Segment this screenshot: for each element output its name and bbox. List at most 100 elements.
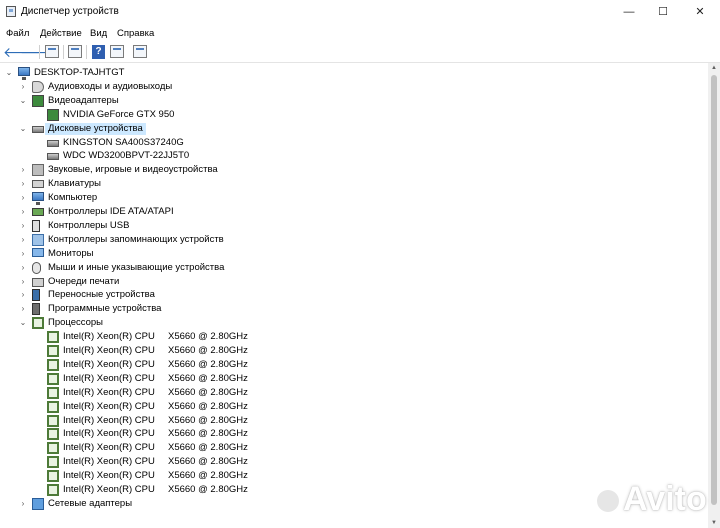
- tree-item-label: NVIDIA GeForce GTX 950: [63, 108, 175, 120]
- scroll-down-icon[interactable]: ▼: [708, 518, 720, 528]
- processor-item[interactable]: Intel(R) Xeon(R) CPU X5660 @ 2.80GHz: [0, 483, 700, 497]
- properties-icon[interactable]: [45, 45, 59, 58]
- processor-model: X5660 @ 2.80GHz: [168, 358, 248, 370]
- tree-item-label: Intel(R) Xeon(R) CPU: [63, 400, 155, 412]
- software-device-icon: [32, 303, 40, 316]
- expand-chevron-icon[interactable]: ›: [18, 289, 28, 301]
- processor-icon: [47, 331, 59, 344]
- maximize-button[interactable]: ☐: [646, 0, 680, 24]
- tree-item-label: Intel(R) Xeon(R) CPU: [63, 414, 155, 426]
- mouse-icon: [32, 261, 41, 274]
- category-item[interactable]: ⌄ Дисковые устройства: [0, 122, 700, 136]
- processor-icon: [47, 372, 59, 385]
- tree-item-label: Компьютер: [48, 192, 98, 204]
- collapse-chevron-icon[interactable]: ⌄: [4, 67, 14, 79]
- processor-item[interactable]: Intel(R) Xeon(R) CPU X5660 @ 2.80GHz: [0, 455, 700, 469]
- update-driver-icon[interactable]: [68, 45, 82, 58]
- menu-view[interactable]: Вид: [90, 28, 107, 39]
- device-item[interactable]: KINGSTON SA400S37240G: [0, 136, 700, 150]
- tree-item-label: Intel(R) Xeon(R) CPU: [63, 428, 155, 440]
- processor-icon: [47, 414, 59, 427]
- category-item[interactable]: › Программные устройства: [0, 302, 700, 316]
- avito-watermark: Avito: [597, 480, 707, 519]
- expand-chevron-icon[interactable]: ›: [18, 248, 28, 260]
- category-item[interactable]: › Контроллеры USB: [0, 219, 700, 233]
- storage-controller-icon: [32, 233, 44, 246]
- device-item[interactable]: WDC WD3200BPVT-22JJ5T0: [0, 149, 700, 163]
- processor-icon: [47, 484, 59, 496]
- expand-chevron-icon[interactable]: ›: [18, 220, 28, 232]
- category-item[interactable]: › Мониторы: [0, 247, 700, 261]
- category-item[interactable]: › Очереди печати: [0, 275, 700, 289]
- category-item[interactable]: › Мыши и иные указывающие устройства: [0, 261, 700, 275]
- processor-item[interactable]: Intel(R) Xeon(R) CPU X5660 @ 2.80GHz: [0, 372, 700, 386]
- processor-icon: [47, 470, 59, 483]
- expand-chevron-icon[interactable]: ›: [18, 206, 28, 218]
- processor-item[interactable]: Intel(R) Xeon(R) CPU X5660 @ 2.80GHz: [0, 386, 700, 400]
- expand-chevron-icon[interactable]: ›: [18, 164, 28, 176]
- usb-icon: [32, 219, 40, 232]
- category-item[interactable]: › Аудиовходы и аудиовыходы: [0, 80, 700, 94]
- processor-item[interactable]: Intel(R) Xeon(R) CPU X5660 @ 2.80GHz: [0, 469, 700, 483]
- category-item[interactable]: › Контроллеры IDE ATA/ATAPI: [0, 205, 700, 219]
- vertical-scrollbar[interactable]: ▲ ▼: [708, 63, 720, 528]
- tree-item-label: Процессоры: [48, 317, 104, 329]
- menu-file[interactable]: Файл: [6, 28, 29, 39]
- title-bar: Диспетчер устройств — ☐ ✕: [0, 0, 720, 24]
- disk-drive-icon: [47, 139, 59, 147]
- tree-item-label: Сетевые адаптеры: [48, 497, 133, 509]
- tree-item-label: Переносные устройства: [48, 289, 155, 301]
- category-item[interactable]: › Компьютер: [0, 191, 700, 206]
- scan-hardware-icon[interactable]: [133, 45, 147, 58]
- expand-chevron-icon[interactable]: ›: [18, 262, 28, 274]
- category-item[interactable]: ⌄ Процессоры: [0, 316, 700, 330]
- category-item[interactable]: › Переносные устройства: [0, 288, 700, 302]
- category-item[interactable]: › Сетевые адаптеры: [0, 497, 700, 511]
- category-item[interactable]: › Клавиатуры: [0, 177, 700, 191]
- processor-model: X5660 @ 2.80GHz: [168, 414, 248, 426]
- menu-action[interactable]: Действие: [40, 28, 82, 39]
- tree-item-label: Очереди печати: [48, 275, 120, 287]
- processor-model: X5660 @ 2.80GHz: [168, 484, 248, 495]
- help-icon[interactable]: ?: [92, 45, 105, 59]
- menu-help[interactable]: Справка: [117, 28, 154, 39]
- close-button[interactable]: ✕: [680, 0, 720, 24]
- processor-icon: [47, 386, 59, 399]
- processor-item[interactable]: Intel(R) Xeon(R) CPU X5660 @ 2.80GHz: [0, 330, 700, 344]
- collapse-chevron-icon[interactable]: ⌄: [18, 317, 28, 329]
- scroll-up-icon[interactable]: ▲: [708, 63, 720, 73]
- collapse-chevron-icon[interactable]: ⌄: [18, 95, 28, 107]
- processor-item[interactable]: Intel(R) Xeon(R) CPU X5660 @ 2.80GHz: [0, 344, 700, 358]
- scrollbar-thumb[interactable]: [711, 75, 717, 505]
- back-icon[interactable]: 🡐: [3, 44, 41, 60]
- computer-icon: [32, 192, 44, 206]
- expand-chevron-icon[interactable]: ›: [18, 178, 28, 190]
- expand-chevron-icon[interactable]: ›: [18, 303, 28, 315]
- tree-item-label: KINGSTON SA400S37240G: [63, 136, 184, 148]
- processor-item[interactable]: Intel(R) Xeon(R) CPU X5660 @ 2.80GHz: [0, 427, 700, 441]
- processor-item[interactable]: Intel(R) Xeon(R) CPU X5660 @ 2.80GHz: [0, 358, 700, 372]
- device-tree[interactable]: ⌄ DESKTOP-TAJHTGT › Аудиовходы и аудиовыход…: [0, 63, 708, 528]
- minimize-button[interactable]: —: [612, 0, 646, 24]
- audio-icon: [32, 80, 44, 93]
- processor-model: X5660 @ 2.80GHz: [168, 442, 248, 454]
- tree-item-label: Мыши и иные указывающие устройства: [48, 261, 225, 273]
- expand-chevron-icon[interactable]: ›: [18, 81, 28, 93]
- expand-chevron-icon[interactable]: ›: [18, 192, 28, 204]
- processor-item[interactable]: Intel(R) Xeon(R) CPU X5660 @ 2.80GHz: [0, 441, 700, 455]
- expand-chevron-icon[interactable]: ›: [18, 498, 28, 510]
- collapse-chevron-icon[interactable]: ⌄: [18, 123, 28, 135]
- category-item[interactable]: › Контроллеры запоминающих устройств: [0, 233, 700, 247]
- tree-item-label: WDC WD3200BPVT-22JJ5T0: [63, 150, 190, 162]
- processor-item[interactable]: Intel(R) Xeon(R) CPU X5660 @ 2.80GHz: [0, 414, 700, 428]
- forward-icon[interactable]: 🡒: [20, 44, 58, 60]
- expand-chevron-icon[interactable]: ›: [18, 276, 28, 288]
- category-item[interactable]: ⌄ Видеоадаптеры: [0, 94, 700, 108]
- category-item[interactable]: › Звуковые, игровые и видеоустройства: [0, 163, 700, 177]
- device-item[interactable]: NVIDIA GeForce GTX 950: [0, 108, 700, 122]
- expand-chevron-icon[interactable]: ›: [18, 234, 28, 246]
- tree-item-label: Клавиатуры: [48, 178, 102, 190]
- show-hidden-icon[interactable]: [110, 45, 124, 58]
- tree-root[interactable]: ⌄ DESKTOP-TAJHTGT: [0, 66, 700, 80]
- processor-item[interactable]: Intel(R) Xeon(R) CPU X5660 @ 2.80GHz: [0, 400, 700, 414]
